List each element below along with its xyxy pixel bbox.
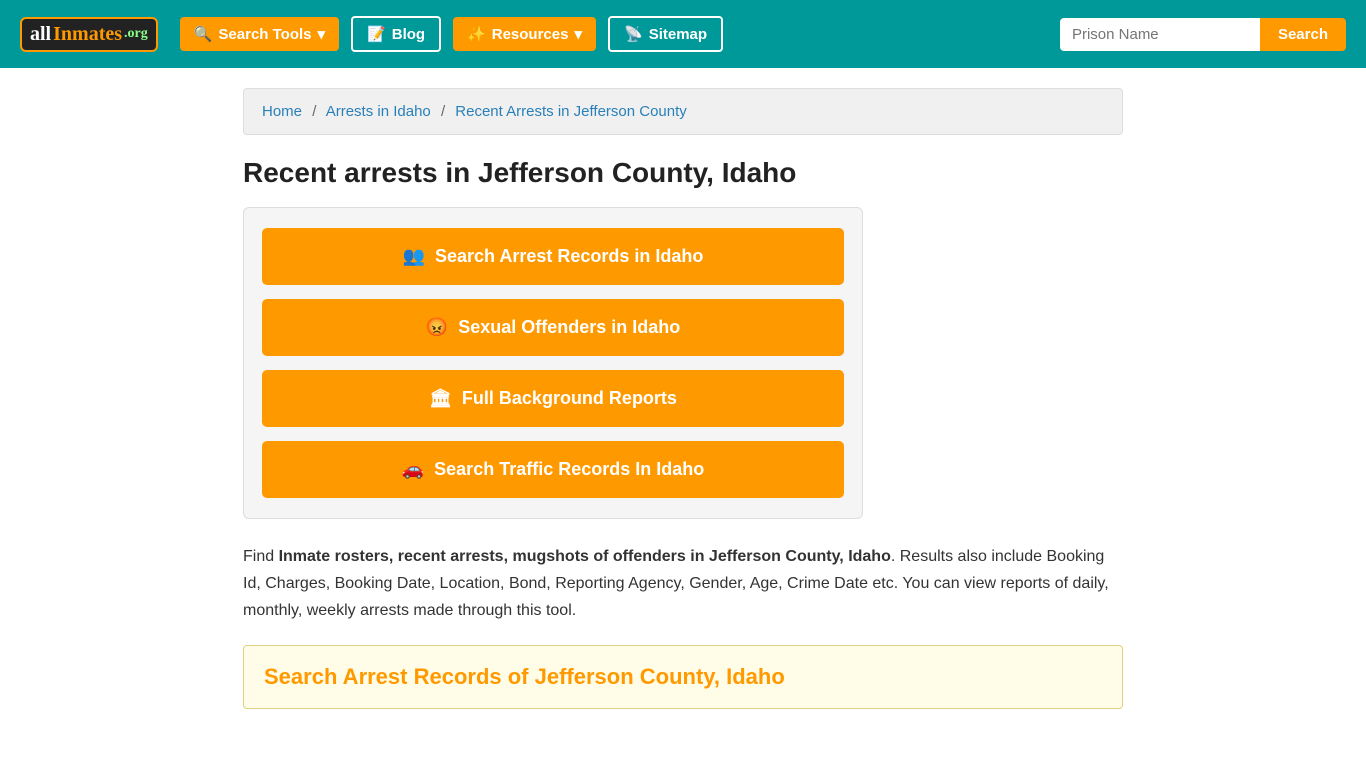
- breadcrumb-current: Recent Arrests in Jefferson County: [455, 103, 687, 120]
- sitemap-button[interactable]: 📡 Sitemap: [608, 16, 723, 52]
- logo-inmates: Inmates: [53, 23, 122, 46]
- traffic-records-icon: 🚗: [402, 459, 424, 480]
- prison-name-input[interactable]: [1060, 18, 1260, 51]
- description-prefix: Find: [243, 548, 279, 565]
- sexual-offenders-label: Sexual Offenders in Idaho: [458, 317, 680, 338]
- blog-icon: 📝: [367, 25, 386, 43]
- blog-button[interactable]: 📝 Blog: [351, 16, 441, 52]
- action-buttons-card: 👥 Search Arrest Records in Idaho 😡 Sexua…: [243, 207, 863, 519]
- breadcrumb-home[interactable]: Home: [262, 103, 302, 120]
- sexual-offenders-button[interactable]: 😡 Sexual Offenders in Idaho: [262, 299, 844, 356]
- search-traffic-records-button[interactable]: 🚗 Search Traffic Records In Idaho: [262, 441, 844, 498]
- main-content: Home / Arrests in Idaho / Recent Arrests…: [223, 68, 1143, 729]
- resources-icon: ✨: [467, 25, 486, 43]
- logo-org: .org: [124, 26, 148, 42]
- dropdown-icon: ▾: [318, 25, 326, 43]
- breadcrumb-sep-2: /: [441, 103, 445, 120]
- bottom-section: Search Arrest Records of Jefferson Count…: [243, 645, 1123, 709]
- header: allInmates.org 🔍 Search Tools ▾ 📝 Blog ✨…: [0, 0, 1366, 68]
- search-tools-button[interactable]: 🔍 Search Tools ▾: [180, 17, 339, 51]
- sexual-offenders-icon: 😡: [426, 317, 448, 338]
- arrest-records-icon: 👥: [403, 246, 425, 267]
- breadcrumb: Home / Arrests in Idaho / Recent Arrests…: [243, 88, 1123, 135]
- breadcrumb-sep-1: /: [312, 103, 316, 120]
- page-title: Recent arrests in Jefferson County, Idah…: [243, 157, 1123, 189]
- full-background-reports-button[interactable]: 🏛 Full Background Reports: [262, 370, 844, 427]
- traffic-records-label: Search Traffic Records In Idaho: [434, 459, 704, 480]
- sitemap-icon: 📡: [624, 25, 643, 43]
- resources-dropdown-icon: ▾: [574, 25, 582, 43]
- bottom-section-title: Search Arrest Records of Jefferson Count…: [264, 664, 1102, 690]
- search-arrest-records-button[interactable]: 👥 Search Arrest Records in Idaho: [262, 228, 844, 285]
- arrest-records-label: Search Arrest Records in Idaho: [435, 246, 703, 267]
- description-text: Find Inmate rosters, recent arrests, mug…: [243, 543, 1123, 625]
- resources-label: Resources: [492, 26, 569, 43]
- search-tools-icon: 🔍: [194, 25, 213, 43]
- background-reports-label: Full Background Reports: [462, 388, 677, 409]
- logo-all: all: [30, 23, 51, 46]
- header-search-button[interactable]: Search: [1260, 18, 1346, 51]
- header-search-label: Search: [1278, 26, 1328, 43]
- breadcrumb-arrests-idaho[interactable]: Arrests in Idaho: [326, 103, 431, 120]
- blog-label: Blog: [392, 26, 425, 43]
- header-search: Search: [1060, 18, 1346, 51]
- sitemap-label: Sitemap: [649, 26, 707, 43]
- background-reports-icon: 🏛: [429, 388, 452, 409]
- logo[interactable]: allInmates.org: [20, 17, 158, 52]
- description-bold: Inmate rosters, recent arrests, mugshots…: [279, 548, 891, 565]
- search-tools-label: Search Tools: [218, 26, 311, 43]
- resources-button[interactable]: ✨ Resources ▾: [453, 17, 596, 51]
